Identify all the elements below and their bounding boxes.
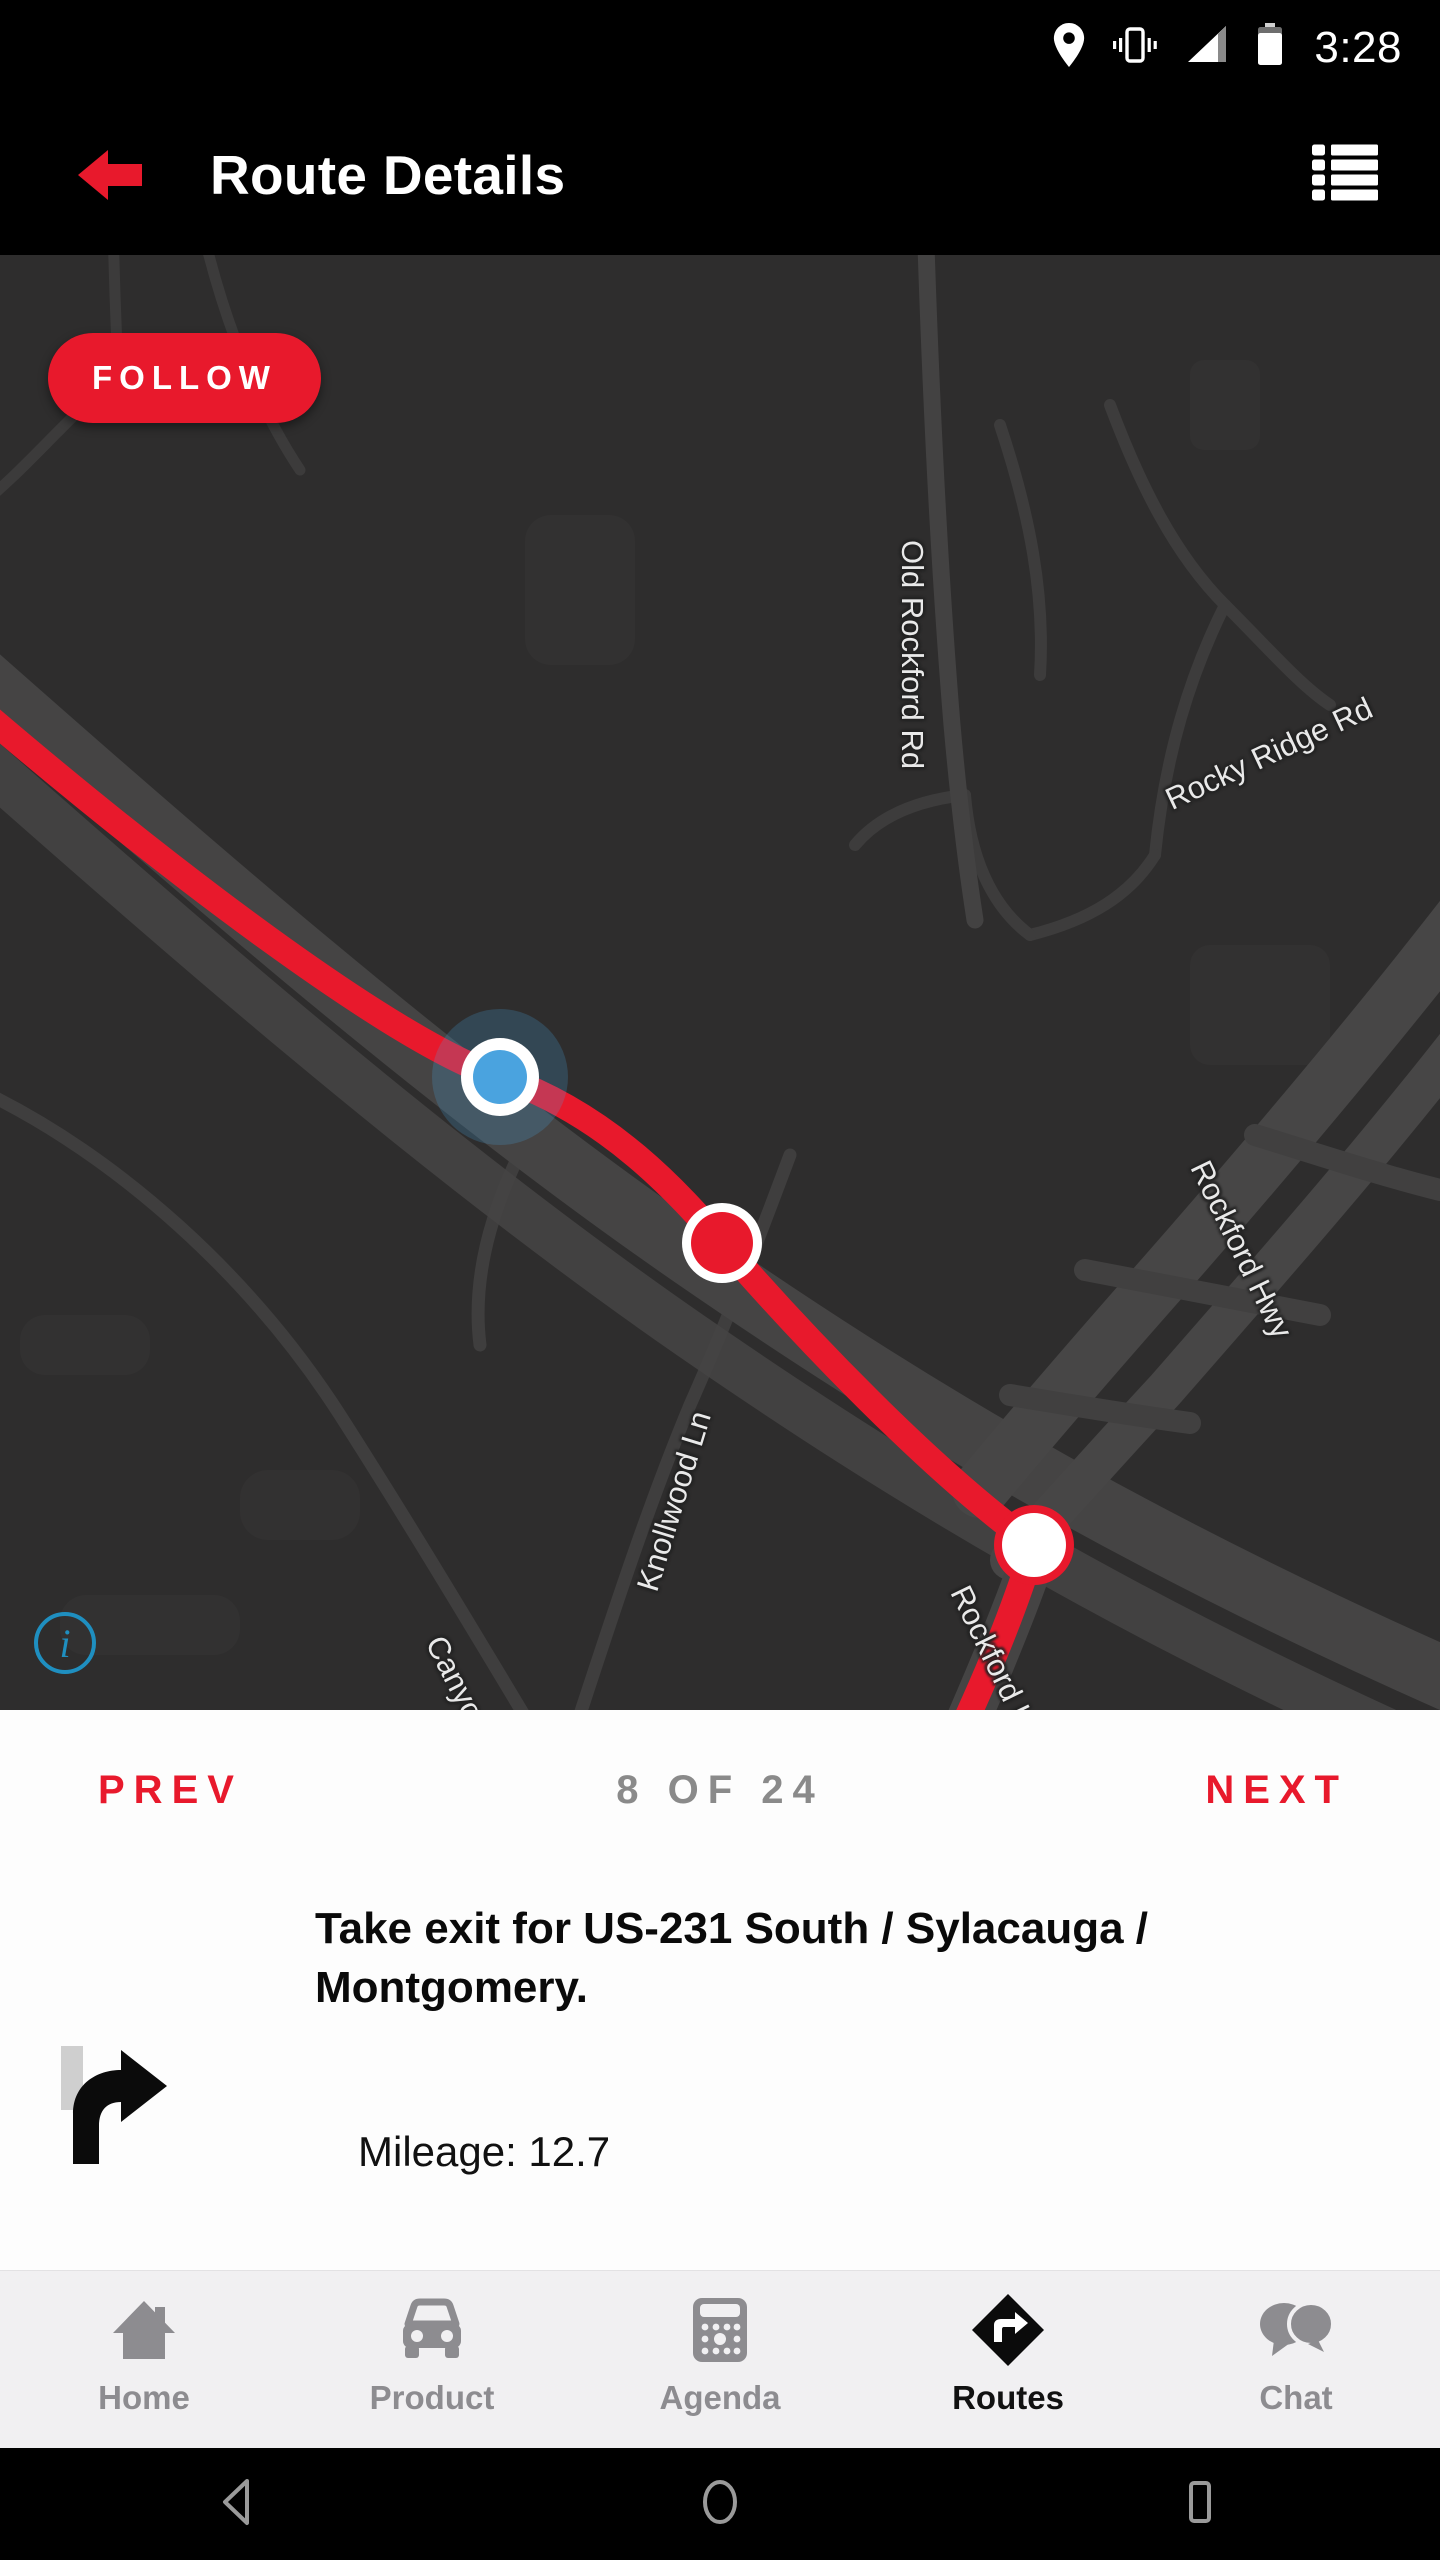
location-pin-icon <box>1052 23 1086 72</box>
info-icon[interactable]: i <box>34 1612 96 1674</box>
phone-screen: 3:28 Route Details Old Rockford Rd Rocky… <box>0 0 1440 2560</box>
tab-chat[interactable]: Chat <box>1152 2271 1440 2417</box>
step-instruction-text: Take exit for US-231 South / Sylacauga /… <box>315 1904 1149 2012</box>
tab-product[interactable]: Product <box>288 2271 576 2417</box>
calculator-icon <box>689 2291 751 2369</box>
home-icon <box>109 2291 179 2369</box>
battery-icon <box>1256 23 1284 72</box>
step-detail-panel: PREV 8 OF 24 NEXT Take exit for US-231 S… <box>0 1710 1440 2270</box>
chat-bubbles-icon <box>1256 2291 1336 2369</box>
bottom-tab-bar: Home Product Agenda Routes Chat <box>0 2270 1440 2448</box>
tab-routes[interactable]: Routes <box>864 2271 1152 2417</box>
step-navigation-row: PREV 8 OF 24 NEXT <box>0 1710 1440 1870</box>
tab-home[interactable]: Home <box>0 2271 288 2417</box>
route-stop-marker <box>682 1203 762 1283</box>
app-bar: Route Details <box>0 95 1440 255</box>
routes-diamond-icon <box>970 2291 1046 2369</box>
next-step-button[interactable]: NEXT <box>1205 1768 1348 1813</box>
step-mileage-text: Mileage: 12.7 <box>358 2128 611 2175</box>
exit-right-ramp-icon <box>55 2040 185 2175</box>
tab-agenda[interactable]: Agenda <box>576 2271 864 2417</box>
back-arrow-icon[interactable] <box>50 144 170 206</box>
map-vector-layer <box>0 255 1440 1710</box>
android-navigation-bar <box>0 2448 1440 2560</box>
step-counter: 8 OF 24 <box>616 1767 824 1812</box>
car-icon <box>395 2291 469 2369</box>
directions-list-icon[interactable] <box>1312 142 1378 209</box>
android-back-icon[interactable] <box>213 2475 267 2534</box>
android-recents-icon[interactable] <box>1173 2475 1227 2534</box>
page-title: Route Details <box>210 144 566 206</box>
tab-product-label: Product <box>369 2379 495 2416</box>
vibrate-icon <box>1112 23 1158 72</box>
follow-button[interactable]: FOLLOW <box>48 333 321 423</box>
android-home-icon[interactable] <box>693 2475 747 2534</box>
prev-step-button[interactable]: PREV <box>98 1768 243 1813</box>
map-canvas[interactable]: Old Rockford Rd Rocky Ridge Rd Rockford … <box>0 255 1440 1710</box>
status-bar-icons <box>1052 23 1284 72</box>
tab-routes-label: Routes <box>952 2379 1064 2416</box>
tab-home-label: Home <box>98 2379 190 2416</box>
tab-chat-label: Chat <box>1259 2379 1333 2416</box>
signal-icon <box>1184 24 1230 71</box>
status-bar-clock: 3:28 <box>1314 22 1402 72</box>
current-location-marker <box>432 1009 568 1145</box>
status-bar: 3:28 <box>0 0 1440 95</box>
route-waypoint-marker <box>994 1505 1074 1585</box>
tab-agenda-label: Agenda <box>659 2379 781 2416</box>
